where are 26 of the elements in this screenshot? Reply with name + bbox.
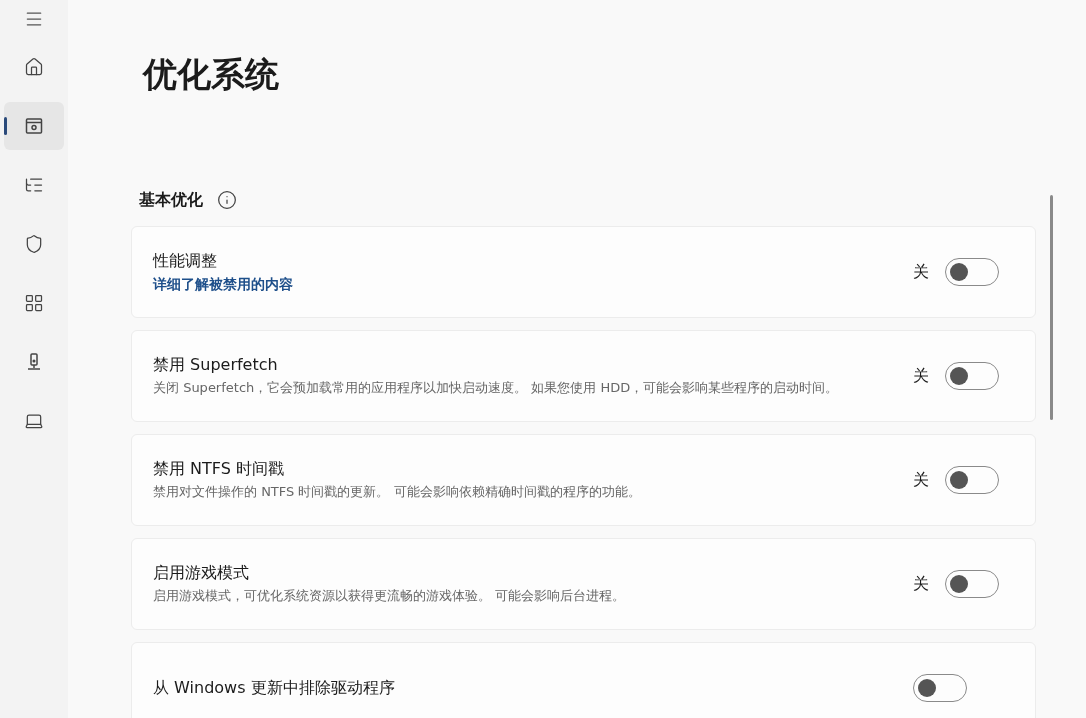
setting-description: 关闭 Superfetch，它会预加载常用的应用程序以加快启动速度。 如果您使用 HDD，可能会影响某些程序的启动时间。 [153,379,840,397]
home-icon [24,57,44,77]
info-icon[interactable] [217,190,237,210]
window-icon [24,116,44,136]
section-title: 基本优化 [139,189,203,211]
setting-title: 性能调整 [153,250,218,272]
setting-description: 禁用对文件操作的 NTFS 时间戳的更新。 可能会影响依赖精确时间戳的程序的功能。 [153,483,642,501]
setting-title: 启用游戏模式 [153,562,250,584]
details-link[interactable]: 详细了解被禁用的内容 [153,274,883,294]
setting-title: 禁用 NTFS 时间戳 [153,458,285,480]
setting-title: 从 Windows 更新中排除驱动程序 [153,677,396,699]
page-title: 优化系统 [143,53,280,96]
setting-title: 禁用 Superfetch [153,354,279,376]
toggle-state-label: 关 [913,261,929,283]
setting-description: 启用游戏模式，可优化系统资源以获得更流畅的游戏体验。 可能会影响后台进程。 [153,587,627,605]
toggle-state-label: 关 [913,365,929,387]
toggle-state-label: 关 [913,469,929,491]
toggle-switch[interactable] [945,362,999,390]
shield-icon [24,234,44,254]
toggle-switch[interactable] [945,466,999,494]
toggle-switch[interactable] [945,258,999,286]
grid-icon [24,293,44,313]
toggle-switch[interactable] [945,570,999,598]
nav-item[interactable] [4,102,64,150]
toggle-state-label: 关 [913,573,929,595]
toggle-switch[interactable] [913,674,967,702]
